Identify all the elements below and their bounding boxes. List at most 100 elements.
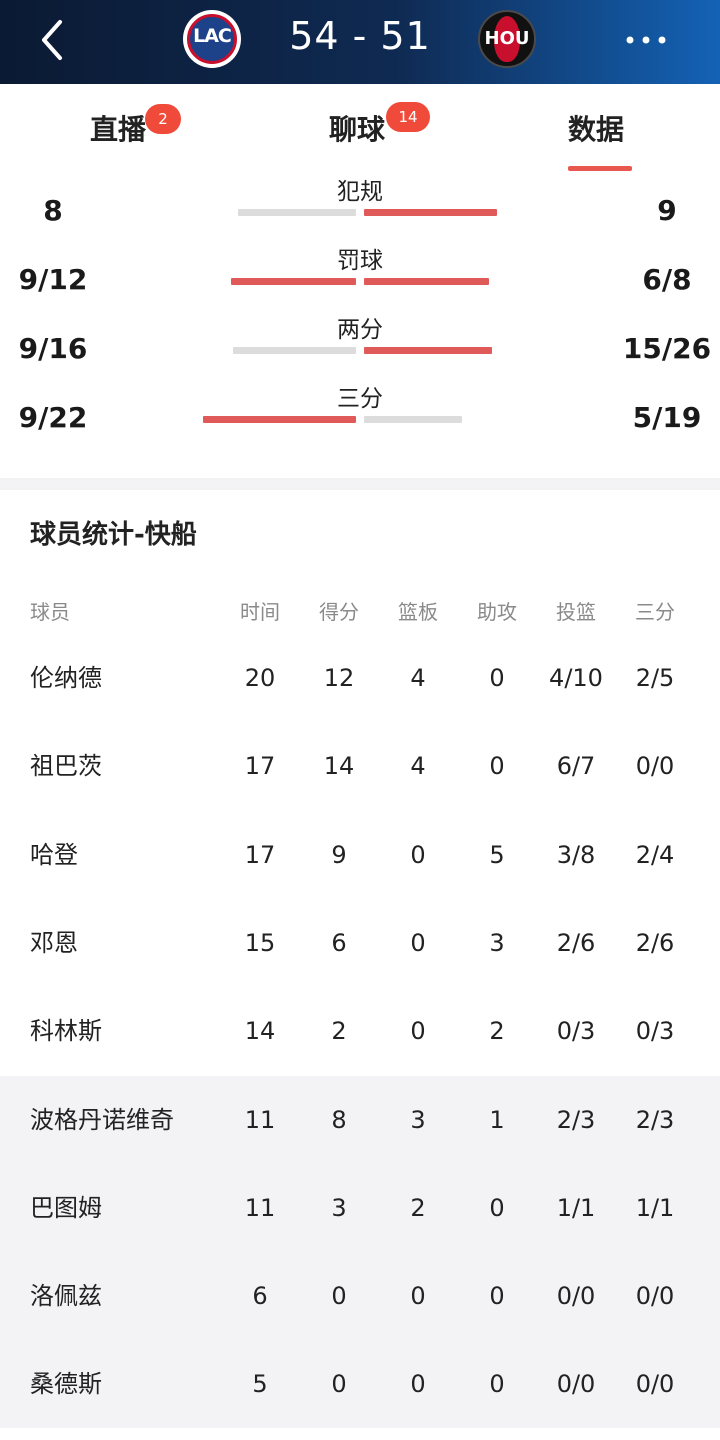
- player-stats-section: 球员统计-快船 球员时间得分篮板助攻投篮三分罚伦纳德2012404/102/52…: [0, 490, 720, 1440]
- table-header-cell: 三分: [635, 600, 675, 624]
- player-name[interactable]: 波格丹诺维奇: [30, 1076, 174, 1164]
- team-stat-label: 罚球: [337, 248, 383, 274]
- stat-cell-min: 17: [244, 840, 276, 869]
- away-team-stat-value: 15/26: [622, 332, 712, 365]
- stat-cell-tp: 0/0: [635, 1282, 675, 1311]
- stat-cell-min: 20: [244, 664, 276, 692]
- live-count-badge: 2: [145, 104, 181, 134]
- stat-cell-pts: 2: [331, 1017, 347, 1046]
- tab-chat[interactable]: 聊球: [329, 108, 385, 148]
- stat-cell-tp: 2/3: [635, 1105, 675, 1134]
- section-title: 球员统计-快船: [30, 520, 197, 550]
- away-team-stat-bar: [364, 416, 462, 423]
- stat-cell-fg: 4/10: [549, 664, 603, 692]
- stat-cell-pts: 9: [331, 840, 347, 869]
- stat-cell-min: 15: [244, 928, 276, 957]
- table-row[interactable]: 波格丹诺维奇 11 8 3 1 2/3 2/3 2: [0, 1075, 720, 1164]
- stat-cell-ast: 1: [489, 1105, 505, 1134]
- away-team-stat-value: 9: [657, 194, 677, 227]
- stat-cell-min: 11: [244, 1193, 276, 1222]
- stat-cell-reb: 2: [410, 1193, 426, 1222]
- active-tab-indicator: [568, 166, 632, 171]
- away-team-stat-value: 6/8: [642, 263, 692, 296]
- game-score: 54 - 51: [289, 14, 431, 58]
- home-team-logo[interactable]: LAC: [183, 10, 241, 68]
- player-name[interactable]: 伦纳德: [30, 634, 102, 722]
- team-stat-label: 犯规: [337, 179, 383, 205]
- table-row[interactable]: 祖巴茨 17 14 4 0 6/7 0/0 2: [0, 722, 720, 810]
- stat-cell-fg: 1/1: [556, 1193, 596, 1222]
- home-team-stat-bar: [233, 347, 356, 354]
- away-team-stat-bar: [364, 278, 489, 285]
- team-stat-label: 三分: [337, 386, 383, 412]
- table-row[interactable]: 洛佩兹 6 0 0 0 0/0 0/0 0: [0, 1252, 720, 1341]
- stat-cell-tp: 1/1: [635, 1193, 675, 1222]
- table-row[interactable]: 伦纳德 20 12 4 0 4/10 2/5 2: [0, 634, 720, 722]
- table-header-cell: 投篮: [556, 600, 596, 624]
- player-name[interactable]: 邓恩: [30, 899, 78, 987]
- away-team-stat-bar: [364, 347, 492, 354]
- player-name[interactable]: 哈登: [30, 811, 78, 899]
- stat-cell-fg: 6/7: [556, 752, 596, 781]
- player-name[interactable]: 祖巴茨: [30, 722, 102, 810]
- player-name[interactable]: 桑德斯: [30, 1340, 102, 1428]
- stat-cell-fg: 0/3: [556, 1017, 596, 1046]
- stat-cell-pts: 3: [331, 1193, 347, 1222]
- home-team-stat-value: 8: [43, 194, 63, 227]
- stat-cell-ft: 2: [694, 1076, 720, 1164]
- stat-cell-reb: 0: [410, 1017, 426, 1046]
- stat-cell-pts: 12: [323, 664, 355, 692]
- stat-cell-pts: 0: [331, 1370, 347, 1399]
- stat-cell-reb: 0: [410, 1370, 426, 1399]
- stat-cell-tp: 0/0: [635, 1370, 675, 1399]
- home-team-stat-bar: [238, 209, 356, 216]
- more-options-icon[interactable]: [622, 26, 670, 54]
- player-name[interactable]: 巴图姆: [30, 1164, 102, 1252]
- table-row[interactable]: 巴图姆 11 3 2 0 1/1 1/1 0: [0, 1163, 720, 1252]
- stat-cell-ast: 0: [489, 1193, 505, 1222]
- stat-cell-ast: 2: [489, 1017, 505, 1046]
- stat-cell-min: 5: [252, 1370, 268, 1399]
- stat-cell-ft: 2: [694, 722, 720, 810]
- player-name[interactable]: 洛佩兹: [30, 1252, 102, 1340]
- tab-data[interactable]: 数据: [568, 108, 624, 148]
- stat-cell-min: 6: [252, 1282, 268, 1311]
- stat-cell-tp: 2/4: [635, 840, 675, 869]
- home-team-logo-text: LAC: [193, 25, 232, 47]
- away-team-logo[interactable]: HOU: [478, 10, 536, 68]
- stat-cell-ft: 0: [694, 1252, 720, 1340]
- stat-cell-fg: 2/6: [556, 928, 596, 957]
- away-team-logo-text: HOU: [484, 28, 530, 49]
- table-header-cell: 得分: [319, 600, 359, 624]
- stat-cell-ft: 2: [694, 987, 720, 1075]
- stat-cell-min: 11: [244, 1105, 276, 1134]
- stat-cell-pts: 6: [331, 928, 347, 957]
- stat-cell-reb: 4: [410, 752, 426, 781]
- chat-count-badge: 14: [386, 102, 430, 132]
- table-row[interactable]: 哈登 17 9 0 5 3/8 2/4 1: [0, 811, 720, 899]
- back-arrow-icon[interactable]: [34, 18, 74, 62]
- table-header-cell: 助攻: [477, 600, 517, 624]
- tab-live[interactable]: 直播: [90, 108, 146, 148]
- stat-cell-ast: 0: [489, 1370, 505, 1399]
- stat-cell-ast: 0: [489, 1282, 505, 1311]
- table-header-cell: 罚: [694, 596, 720, 625]
- player-name[interactable]: 科林斯: [30, 987, 102, 1075]
- stat-cell-tp: 2/5: [635, 664, 675, 692]
- home-team-stat-value: 9/12: [18, 263, 88, 296]
- stat-cell-reb: 4: [410, 664, 426, 692]
- stat-cell-tp: 0/3: [635, 1017, 675, 1046]
- stat-cell-fg: 0/0: [556, 1282, 596, 1311]
- home-team-stat-value: 9/16: [18, 332, 88, 365]
- stat-cell-min: 14: [244, 1017, 276, 1046]
- away-team-stat-value: 5/19: [632, 401, 702, 434]
- away-team-stat-bar: [364, 209, 497, 216]
- table-row[interactable]: 邓恩 15 6 0 3 2/6 2/6 0: [0, 899, 720, 987]
- table-header-cell: 篮板: [398, 600, 438, 624]
- table-row[interactable]: 桑德斯 5 0 0 0 0/0 0/0 0: [0, 1340, 720, 1429]
- stat-cell-ast: 0: [489, 752, 505, 781]
- table-row[interactable]: 科林斯 14 2 0 2 0/3 0/3 2: [0, 987, 720, 1075]
- stat-cell-ft: 2: [694, 634, 720, 722]
- stat-cell-ft: 0: [694, 1164, 720, 1252]
- home-team-stat-bar: [203, 416, 356, 423]
